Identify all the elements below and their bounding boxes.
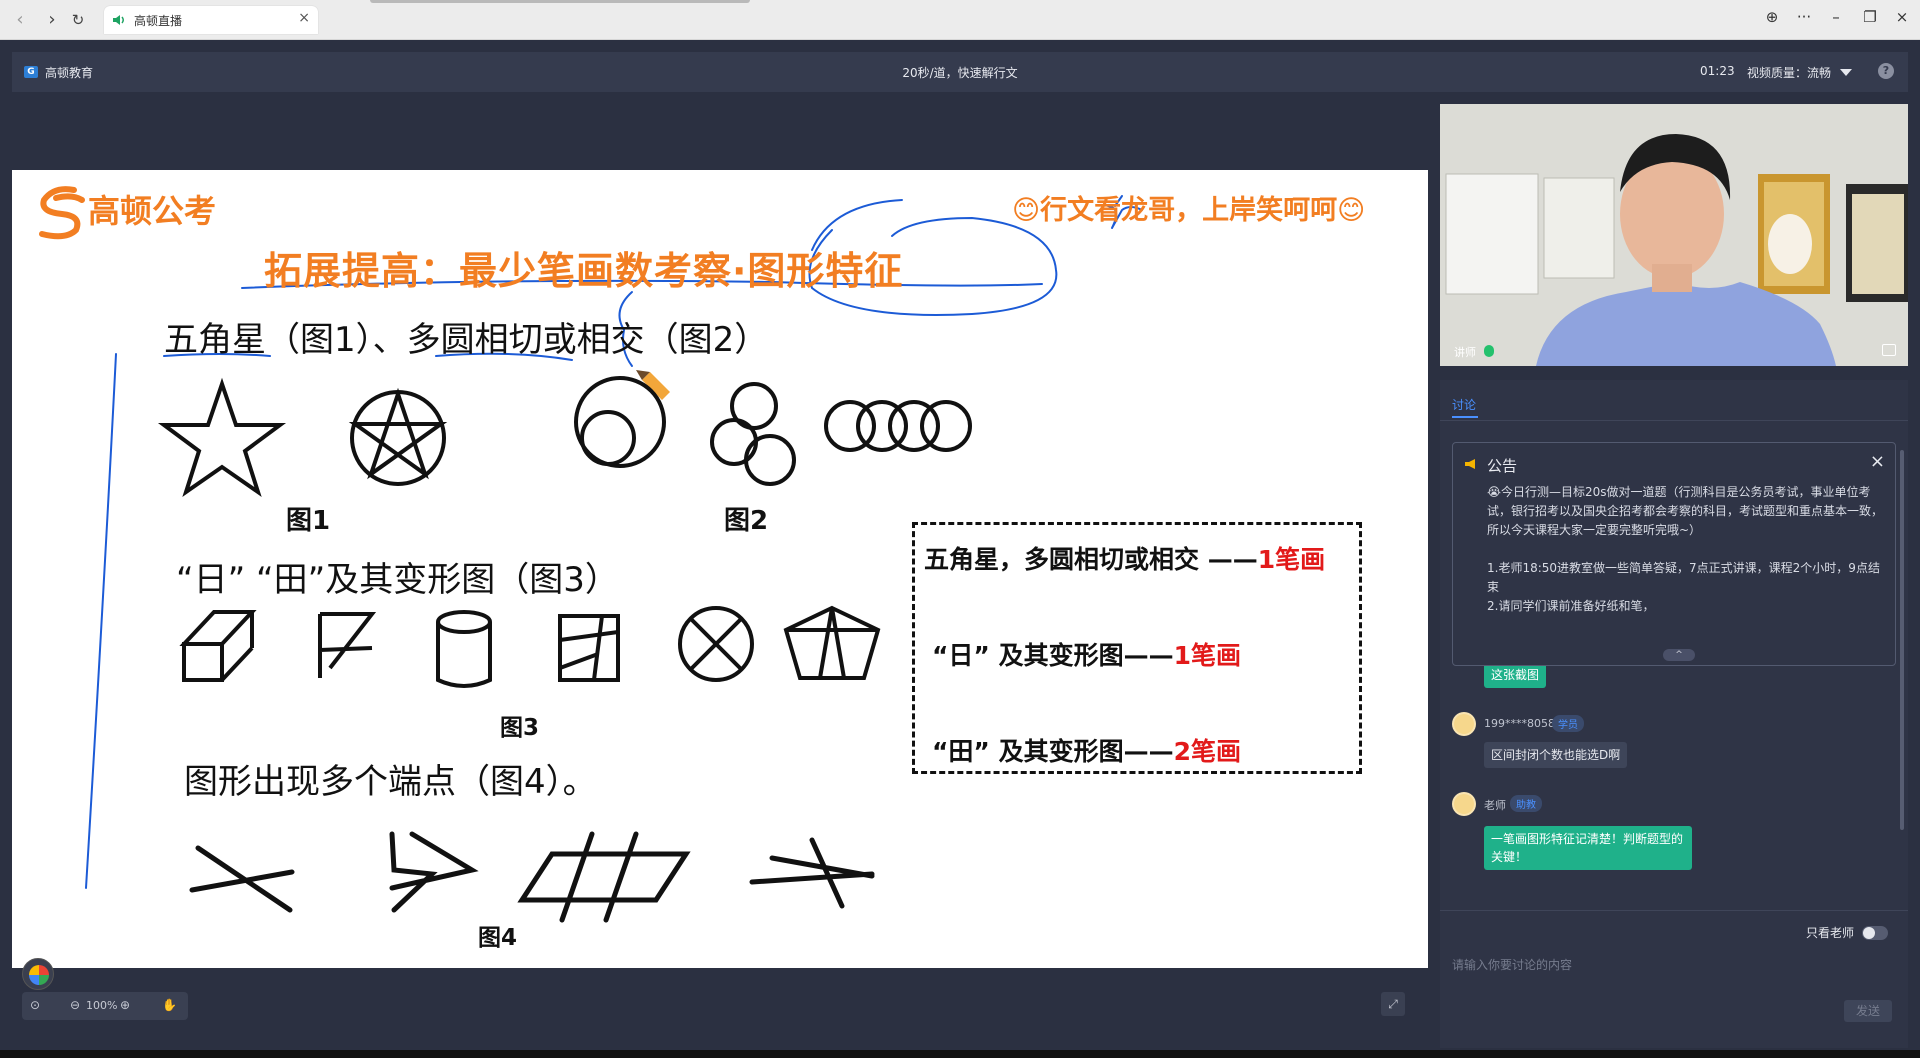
announcement-body: 😭今日行测—目标20s做对一道题（行测科目是公务员考试，事业单位考试，银行招考以… [1487, 483, 1887, 616]
rule-text: 五角星，多圆相切或相交 —— [924, 545, 1258, 574]
slide-slogan: 😊行文看龙哥，上岸笑呵呵😊 [1012, 195, 1366, 226]
app-header: G 高顿教育 20秒/道，快速解行文 01:23 视频质量：流畅 ? [12, 52, 1908, 92]
rule-row: 五角星，多圆相切或相交 ——1笔画 [924, 540, 1325, 576]
discussion-panel: 讨论 这张截图 199****8058 学员 区间封闭个数也能选D啊 老师 助教… [1440, 380, 1908, 1048]
send-button[interactable]: 发送 [1844, 1000, 1892, 1022]
chat-message: 一笔画图形特征记清楚！判断题型的关键！ [1484, 826, 1692, 870]
fig4-shapes [189, 831, 875, 923]
announcement-paragraph: 😭今日行测—目标20s做对一道题（行测科目是公务员考试，事业单位考试，银行招考以… [1487, 485, 1884, 537]
reload-icon[interactable]: ↻ [66, 8, 90, 32]
live-timer: 01:23 [1700, 64, 1735, 78]
taskbar [0, 1050, 1920, 1058]
help-icon[interactable]: ? [1878, 63, 1894, 79]
zoom-out-icon[interactable]: ⊖ [70, 998, 80, 1012]
fig1-label: 图1 [286, 506, 331, 536]
slide-logo: 高顿公考 [88, 192, 217, 230]
fullscreen-icon[interactable]: ⤢ [1381, 992, 1405, 1016]
rule-text: “日” 及其变形图—— [932, 641, 1174, 670]
pinwheel-icon [29, 965, 49, 985]
rule-text: “田” 及其变形图—— [932, 737, 1174, 766]
slide-heading: 拓展提高：最少笔画数考察·图形特征 [264, 249, 904, 293]
tangent-circles-figure [574, 376, 972, 486]
pentagram-figure [348, 387, 448, 486]
scrollbar-thumb[interactable] [1900, 450, 1904, 830]
role-badge: 学员 [1552, 715, 1584, 732]
announcement-title: 公告 [1487, 457, 1518, 475]
tab-title: 高顿直播 [134, 14, 183, 28]
avatar [1452, 792, 1476, 816]
announcement-card: 公告 × 😭今日行测—目标20s做对一道题（行测科目是公务员考试，事业单位考试，… [1452, 442, 1896, 666]
mic-icon [1484, 345, 1494, 357]
browser-toolbar: ‹ › ↻ 高顿直播 × ⊕ ··· – ❐ × [0, 0, 1920, 40]
chat-username: 199****8058 [1484, 717, 1555, 730]
fig4-label: 图4 [478, 925, 518, 951]
rule-row: “日” 及其变形图——1笔画 [932, 636, 1241, 672]
avatar [1452, 712, 1476, 736]
slide-canvas: 高顿公考 😊行文看龙哥，上岸笑呵呵😊 拓展提高：最少笔画数考察·图形特征 五角星… [12, 170, 1428, 968]
chat-message: 区间封闭个数也能选D啊 [1484, 742, 1628, 768]
camera-role-label: 讲师 [1454, 346, 1476, 359]
close-window-icon[interactable]: × [1890, 8, 1914, 26]
globe-icon[interactable]: ⊕ [1760, 8, 1784, 26]
star-figure [157, 377, 287, 497]
fig3-shapes [179, 605, 881, 688]
forward-icon[interactable]: › [40, 8, 64, 32]
chat-username: 老师 [1484, 799, 1506, 812]
more-icon[interactable]: ··· [1792, 8, 1816, 26]
chat-input[interactable] [1452, 950, 1892, 980]
minimize-icon[interactable]: – [1824, 8, 1848, 26]
course-title: 20秒/道，快速解行文 [902, 66, 1018, 80]
hand-icon[interactable]: ✋ [162, 998, 177, 1012]
divider [1440, 910, 1908, 911]
restore-icon[interactable]: ❐ [1858, 8, 1882, 26]
tab-discussion[interactable]: 讨论 [1452, 396, 1476, 413]
back-icon[interactable]: ‹ [8, 8, 32, 32]
zoom-in-icon[interactable]: ⊕ [120, 998, 130, 1012]
role-badge: 助教 [1510, 795, 1542, 812]
drag-strip [370, 0, 750, 3]
gaodun-logo-icon [39, 186, 85, 240]
announcement-paragraph: 1.老师18:50进教室做一些简单答疑，7点正式讲课，课程2个小时，9点结束 [1487, 561, 1880, 594]
tab-indicator [1452, 416, 1478, 418]
target-icon[interactable]: ⊙ [30, 998, 40, 1012]
teacher-camera: 讲师 [1440, 104, 1908, 366]
fig3-label: 图3 [500, 715, 540, 741]
rule-result: 1笔画 [1173, 641, 1241, 670]
browser-tab[interactable]: 高顿直播 × [104, 6, 318, 34]
caret-down-icon[interactable] [1840, 69, 1852, 76]
rule-result: 2笔画 [1173, 737, 1241, 766]
close-icon[interactable]: × [1870, 451, 1885, 472]
picture-in-picture-icon[interactable] [1882, 344, 1896, 356]
rule-row: “田” 及其变形图——2笔画 [932, 732, 1241, 768]
slide-line-ri-tian: “日” “田”及其变形图（图3） [176, 560, 619, 600]
speaker-icon [113, 15, 124, 25]
rule-result: 1笔画 [1257, 545, 1326, 574]
video-quality-select[interactable]: 视频质量：流畅 [1747, 64, 1831, 81]
divider [1440, 420, 1908, 421]
zoom-level: 100% [86, 999, 118, 1012]
camera-feed [1440, 104, 1908, 366]
zoom-toolbar: ⊙ ⊖ 100% ⊕ ✋ [22, 992, 188, 1020]
collapse-icon[interactable]: ^ [1663, 649, 1695, 661]
fig2-label: 图2 [724, 506, 769, 536]
presenter-avatar[interactable] [22, 958, 54, 990]
close-tab-icon[interactable]: × [298, 10, 310, 26]
announcement-paragraph: 2.请同学们课前准备好纸和笔， [1487, 599, 1655, 613]
speaker-icon [1465, 459, 1475, 469]
toggle-knob[interactable] [1863, 927, 1875, 939]
slide-line-stars-circles: 五角星（图1）、多圆相切或相交（图2） [164, 320, 769, 360]
only-teacher-label: 只看老师 [1806, 926, 1855, 940]
slide-line-endpoints: 图形出现多个端点（图4）。 [184, 762, 597, 802]
